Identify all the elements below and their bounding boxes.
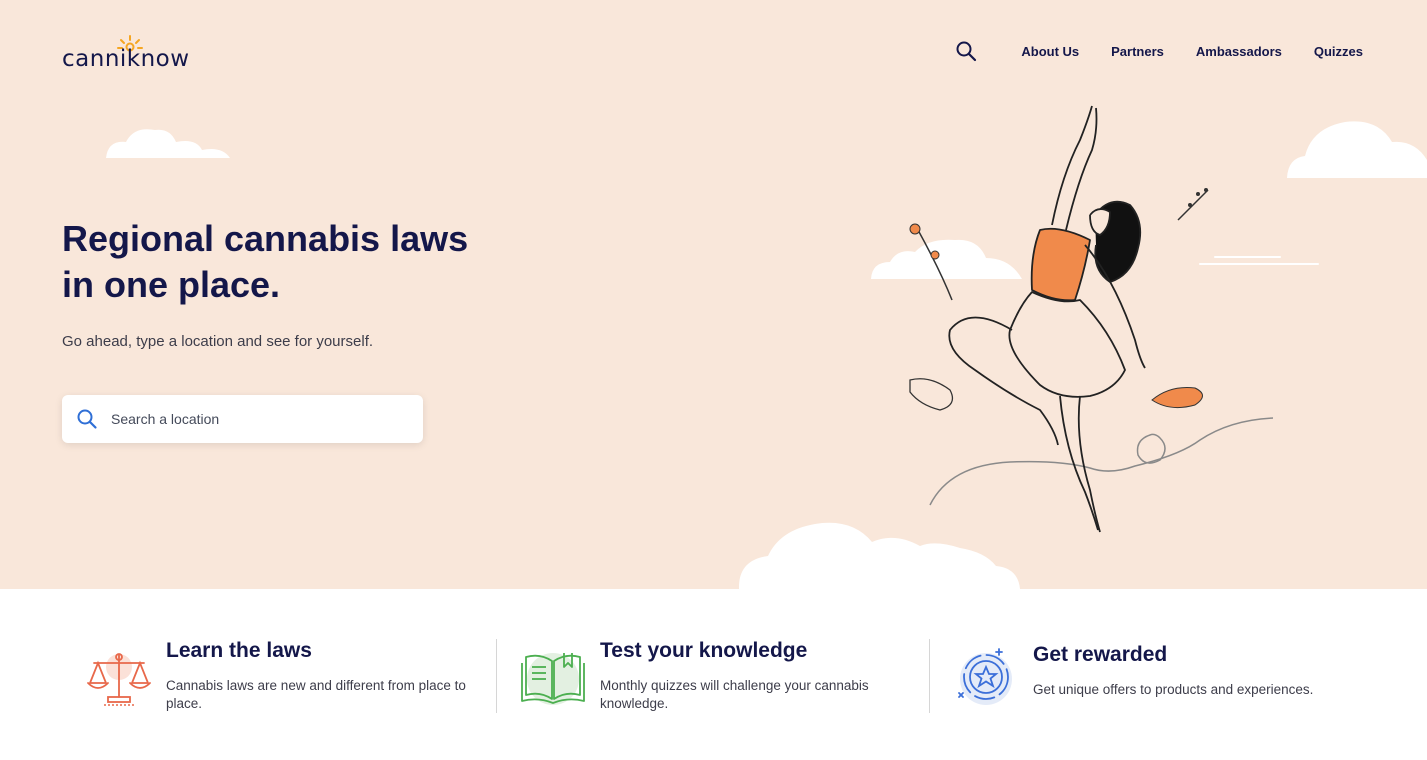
- nav-link-quizzes[interactable]: Quizzes: [1314, 44, 1363, 59]
- nav-link-partners[interactable]: Partners: [1111, 44, 1164, 59]
- woman-figure: [948, 105, 1146, 533]
- brand-logo[interactable]: canniknow: [62, 34, 212, 74]
- feature-get-rewarded: Get rewarded Get unique offers to produc…: [953, 637, 1373, 717]
- top-nav: About Us Partners Ambassadors Quizzes: [955, 40, 1363, 62]
- divider: [929, 639, 930, 713]
- feature-learn-the-laws: Learn the laws Cannabis laws are new and…: [86, 637, 486, 717]
- divider: [496, 639, 497, 713]
- hero-subtitle: Go ahead, type a location and see for yo…: [62, 333, 374, 350]
- scales-icon: [87, 653, 151, 706]
- hero-section: canniknow About Us Partners Ambassadors …: [0, 0, 1427, 589]
- logo-text: canniknow: [62, 46, 190, 72]
- features-section: Learn the laws Cannabis laws are new and…: [0, 589, 1427, 760]
- hero-title-line2: in one place.: [62, 264, 281, 305]
- feature-title: Get rewarded: [1033, 643, 1168, 666]
- cloud-shapes: [106, 121, 1427, 589]
- feature-description: Cannabis laws are new and different from…: [166, 678, 466, 711]
- wind-lines: [1199, 256, 1319, 265]
- location-search[interactable]: [62, 395, 423, 443]
- feature-test-your-knowledge: Test your knowledge Monthly quizzes will…: [520, 637, 920, 717]
- book-icon: [521, 653, 585, 705]
- feature-title: Learn the laws: [166, 639, 312, 662]
- feature-title: Test your knowledge: [600, 639, 808, 662]
- nav-link-about-us[interactable]: About Us: [1021, 44, 1079, 59]
- hero-title: Regional cannabis laws in one place.: [62, 216, 522, 308]
- star-badge-icon: [958, 648, 1012, 705]
- search-icon: [77, 409, 97, 429]
- feature-description: Get unique offers to products and experi…: [1033, 682, 1314, 697]
- feature-description: Monthly quizzes will challenge your cann…: [600, 678, 869, 711]
- hero-title-line1: Regional cannabis laws: [62, 218, 469, 259]
- search-icon[interactable]: [955, 40, 977, 62]
- location-search-input[interactable]: [111, 411, 401, 427]
- nav-link-ambassadors[interactable]: Ambassadors: [1196, 44, 1282, 59]
